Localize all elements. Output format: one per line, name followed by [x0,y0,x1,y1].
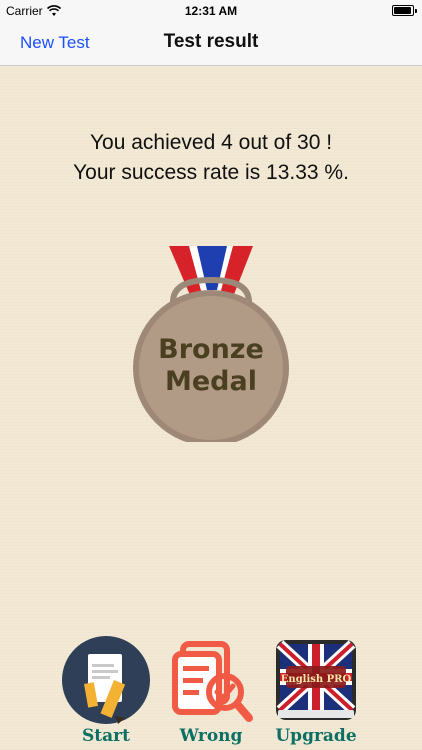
medal-line1: Bronze [158,334,264,365]
main-content: You achieved 4 out of 30 ! Your success … [0,66,422,750]
upgrade-label: Upgrade [275,726,357,746]
start-button[interactable]: Start [58,632,154,750]
document-pencil-icon [62,636,150,724]
status-time: 12:31 AM [184,4,238,18]
new-test-button[interactable]: New Test [20,33,90,53]
result-score-text: You achieved 4 out of 30 ! [89,131,333,154]
wrong-label: Wrong [179,726,243,746]
result-rate-text: Your success rate is 13.33 %. [73,161,349,184]
nav-bar: New Test Test result [0,22,422,66]
book-uk-flag-icon: English PRO [276,640,356,720]
bronze-medal-icon: Bronze Medal [133,246,289,442]
medal-line2: Medal [165,366,257,397]
battery-icon [392,5,417,16]
bottom-actions: Start Wrong English PRO Upgrade [0,632,422,750]
start-label: Start [82,726,130,746]
document-search-icon [172,641,253,722]
upgrade-button[interactable]: English PRO Upgrade [268,632,364,750]
book-title: English PRO [281,674,352,685]
status-bar: Carrier 12:31 AM [0,0,422,22]
wrong-button[interactable]: Wrong [163,632,259,750]
result-summary: You achieved 4 out of 30 ! Your success … [0,128,422,188]
